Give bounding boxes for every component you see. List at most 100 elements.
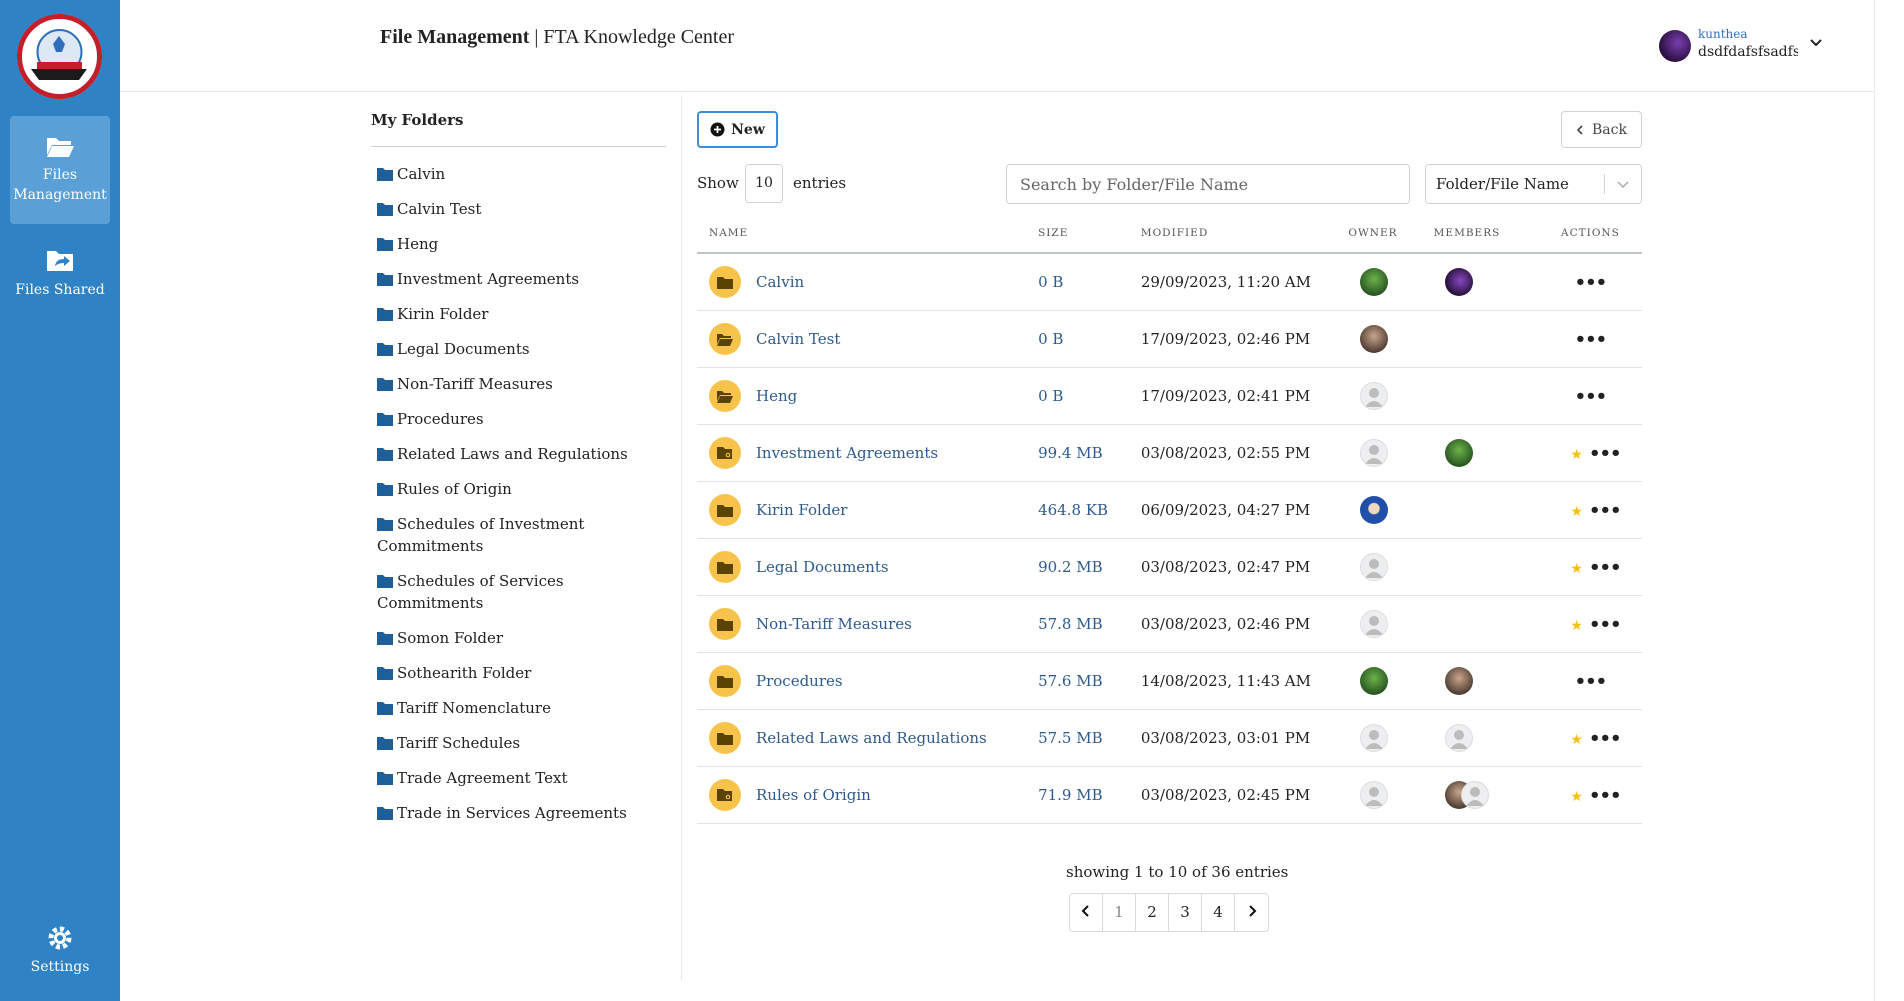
folder-icon: [377, 308, 393, 321]
folder-tree-item[interactable]: Calvin: [377, 163, 667, 185]
table-row[interactable]: Non-Tariff Measures 57.8 MB 03/08/2023, 02…: [697, 595, 1642, 653]
folder-name-link[interactable]: Related Laws and Regulations: [756, 729, 987, 747]
more-actions-icon[interactable]: •••: [1589, 728, 1622, 749]
table-row[interactable]: Kirin Folder 464.8 KB 06/09/2023, 04:27 PM…: [697, 481, 1642, 539]
folder-icon: [377, 737, 393, 750]
new-button[interactable]: New: [697, 111, 778, 148]
folder-open-icon: [717, 333, 733, 346]
more-actions-icon[interactable]: •••: [1589, 614, 1622, 635]
members-cell: [1434, 439, 1473, 467]
folder-tree-item[interactable]: Rules of Origin: [377, 478, 667, 500]
folder-name-link[interactable]: Heng: [756, 387, 797, 405]
folder-tree-item[interactable]: Sothearith Folder: [377, 662, 667, 684]
user-menu[interactable]: kunthea dsdfdafsfsadfsa: [1659, 26, 1834, 66]
more-actions-icon[interactable]: •••: [1575, 329, 1608, 350]
folder-tree-item[interactable]: Tariff Schedules: [377, 732, 667, 754]
members-cell: [1434, 501, 1445, 519]
folder-name-link[interactable]: Rules of Origin: [756, 786, 871, 804]
table-row[interactable]: Calvin 0 B 29/09/2023, 11:20 AM •••: [697, 253, 1642, 311]
page-title-sub: FTA Knowledge Center: [543, 26, 735, 48]
folder-tree-item[interactable]: Kirin Folder: [377, 303, 667, 325]
star-icon[interactable]: ★: [1570, 447, 1583, 463]
table-row[interactable]: Legal Documents 90.2 MB 03/08/2023, 02:47 …: [697, 538, 1642, 596]
folder-name-link[interactable]: Legal Documents: [756, 558, 889, 576]
sidebar-item-label: Files Management: [13, 167, 107, 203]
table-row[interactable]: Heng 0 B 17/09/2023, 02:41 PM •••: [697, 367, 1642, 425]
sidebar-item-settings[interactable]: Settings: [10, 925, 110, 977]
table-row[interactable]: Rules of Origin 71.9 MB 03/08/2023, 02:45 …: [697, 766, 1642, 824]
divider: [371, 146, 666, 147]
table-row[interactable]: Calvin Test 0 B 17/09/2023, 02:46 PM •••: [697, 310, 1642, 368]
sidebar-item-files-management[interactable]: Files Management: [10, 116, 110, 224]
folder-icon: [377, 518, 393, 531]
prev-page-button[interactable]: [1070, 894, 1103, 931]
folder-name-link[interactable]: Procedures: [756, 672, 843, 690]
folder-icon: [717, 561, 733, 574]
search-input[interactable]: [1006, 164, 1410, 204]
page-button[interactable]: 3: [1169, 894, 1202, 931]
more-actions-icon[interactable]: •••: [1589, 500, 1622, 521]
star-icon[interactable]: ★: [1570, 789, 1583, 805]
folder-tree-item[interactable]: Procedures: [377, 408, 667, 430]
page-button[interactable]: 4: [1202, 894, 1235, 931]
avatar: [1444, 439, 1473, 467]
back-button[interactable]: Back: [1561, 111, 1642, 148]
folder-tree-item[interactable]: Calvin Test: [377, 198, 667, 220]
folder-name-link[interactable]: Non-Tariff Measures: [756, 615, 912, 633]
star-icon[interactable]: ★: [1570, 618, 1583, 634]
folder-tree-item[interactable]: Related Laws and Regulations: [377, 443, 667, 465]
folder-name-link[interactable]: Calvin: [756, 273, 804, 291]
folder-tree-item[interactable]: Investment Agreements: [377, 268, 667, 290]
avatar: [1360, 610, 1389, 638]
folder-tree-item[interactable]: Tariff Nomenclature: [377, 697, 667, 719]
table-row[interactable]: Related Laws and Regulations 57.5 MB 03/08…: [697, 709, 1642, 767]
folder-icon: [717, 732, 733, 745]
folders-title: My Folders: [371, 111, 464, 129]
page-button[interactable]: 2: [1136, 894, 1169, 931]
star-icon[interactable]: ★: [1570, 732, 1583, 748]
folder-tree-item[interactable]: Trade in Services Agreements: [377, 802, 667, 824]
folder-tree-item[interactable]: Schedules of Services Commitments: [377, 570, 667, 614]
page-button[interactable]: 1: [1103, 894, 1136, 931]
members-cell: [1434, 387, 1445, 405]
owner-cell: [1348, 439, 1389, 467]
column-header-size[interactable]: SIZE: [1038, 213, 1141, 254]
folder-tree-label: Schedules of Investment Commitments: [377, 515, 585, 555]
folder-name-link[interactable]: Kirin Folder: [756, 501, 847, 519]
folder-name-link[interactable]: Calvin Test: [756, 330, 840, 348]
folder-icon: [377, 238, 393, 251]
table-row[interactable]: Procedures 57.6 MB 14/08/2023, 11:43 AM •••: [697, 652, 1642, 710]
more-actions-icon[interactable]: •••: [1575, 386, 1608, 407]
column-header-modified[interactable]: MODIFIED: [1140, 213, 1349, 254]
column-header-name[interactable]: NAME: [697, 213, 1039, 254]
right-border: [1874, 0, 1875, 1001]
chevron-down-icon[interactable]: [1809, 38, 1823, 48]
folder-tree-item[interactable]: Trade Agreement Text: [377, 767, 667, 789]
more-actions-icon[interactable]: •••: [1589, 557, 1622, 578]
more-actions-icon[interactable]: •••: [1575, 272, 1608, 293]
folder-tree-item[interactable]: Legal Documents: [377, 338, 667, 360]
more-actions-icon[interactable]: •••: [1575, 671, 1608, 692]
entries-select[interactable]: 10: [745, 164, 783, 203]
folder-name-link[interactable]: Investment Agreements: [756, 444, 938, 462]
more-actions-icon[interactable]: •••: [1589, 443, 1622, 464]
members-cell: [1434, 615, 1445, 633]
star-icon[interactable]: ★: [1570, 561, 1583, 577]
folder-badge: [709, 779, 741, 811]
folder-tree-item[interactable]: Somon Folder: [377, 627, 667, 649]
avatar: [1360, 268, 1389, 296]
folder-tree-item[interactable]: Non-Tariff Measures: [377, 373, 667, 395]
entries-label: entries: [793, 174, 847, 192]
folder-tree-item[interactable]: Heng: [377, 233, 667, 255]
star-icon[interactable]: ★: [1570, 504, 1583, 520]
table-row[interactable]: Investment Agreements 99.4 MB 03/08/2023, …: [697, 424, 1642, 482]
next-page-button[interactable]: [1235, 894, 1268, 931]
owner-cell: [1348, 781, 1389, 809]
filter-select[interactable]: Folder/File Name: [1425, 164, 1642, 204]
sidebar-item-files-shared[interactable]: Files Shared: [10, 248, 110, 300]
folder-icon: [377, 168, 393, 181]
gear-icon: [48, 926, 72, 950]
folder-tree-item[interactable]: Schedules of Investment Commitments: [377, 513, 667, 557]
owner-cell: [1348, 553, 1389, 581]
more-actions-icon[interactable]: •••: [1589, 785, 1622, 806]
